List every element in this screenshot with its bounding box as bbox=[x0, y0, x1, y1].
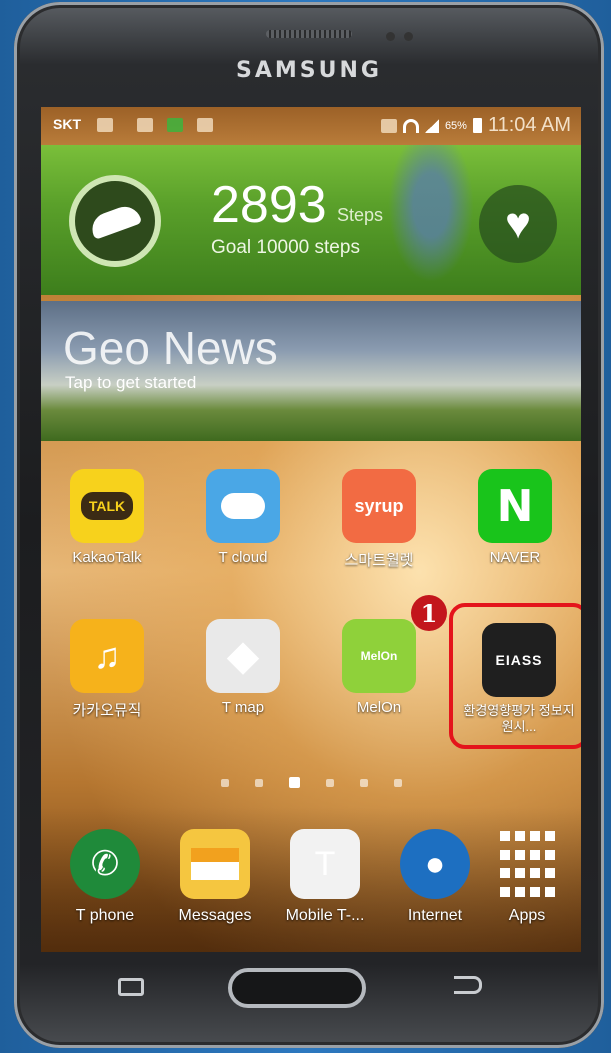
naver-icon: N bbox=[478, 469, 552, 543]
globe-icon: ● bbox=[400, 829, 470, 899]
s-health-widget[interactable]: 2893 Steps Goal 10000 steps ♥ bbox=[41, 145, 581, 295]
battery-icon bbox=[472, 118, 482, 133]
recent-apps-key[interactable] bbox=[118, 978, 144, 996]
dock-mobile-tworld[interactable]: T Mobile T-... bbox=[271, 829, 379, 925]
app-kakaotalk[interactable]: TALK KakaoTalk bbox=[47, 469, 167, 566]
page-indicator[interactable] bbox=[41, 777, 581, 788]
step-count: 2893 bbox=[211, 176, 327, 234]
notification-icon bbox=[97, 118, 113, 132]
app-label: KakaoTalk bbox=[72, 549, 142, 566]
home-screen: SKT 65% 11:04 AM 2893 Steps Goal 10000 s… bbox=[41, 107, 581, 952]
app-label: 카카오뮤직 bbox=[72, 702, 142, 719]
app-label: 스마트월렛 bbox=[344, 552, 414, 569]
app-tmap[interactable]: ◆ T map bbox=[183, 619, 303, 716]
dock-label: Apps bbox=[508, 907, 546, 924]
dock-messages[interactable]: Messages bbox=[161, 829, 269, 925]
proximity-sensor bbox=[386, 32, 395, 41]
highlight-box bbox=[449, 603, 581, 749]
dock-phone[interactable]: ✆ T phone bbox=[51, 829, 159, 925]
notification-icon bbox=[197, 118, 213, 132]
runner-photo bbox=[381, 145, 481, 295]
news-widget-subtitle: Tap to get started bbox=[65, 373, 197, 392]
back-key[interactable] bbox=[454, 976, 482, 994]
front-camera bbox=[404, 32, 413, 41]
app-kakaomusic[interactable]: ♫ 카카오뮤직 bbox=[47, 619, 167, 720]
page-dot[interactable] bbox=[220, 778, 229, 787]
app-smart-wallet[interactable]: syrup 스마트월렛 bbox=[319, 469, 439, 570]
phone-icon: ✆ bbox=[70, 829, 140, 899]
dock: ✆ T phone Messages T Mobile T-... ● Inte… bbox=[41, 807, 581, 952]
steps-unit: Steps bbox=[337, 205, 384, 225]
app-melon[interactable]: MelOn MelOn bbox=[319, 619, 439, 716]
wifi-icon bbox=[402, 118, 419, 133]
app-label: NAVER bbox=[489, 549, 541, 566]
battery-percent: 65% bbox=[444, 119, 467, 132]
syrup-icon: syrup bbox=[342, 469, 416, 543]
kakaomusic-icon: ♫ bbox=[70, 619, 144, 693]
heart-rate-icon[interactable]: ♥ bbox=[479, 185, 557, 263]
tmap-icon: ◆ bbox=[206, 619, 280, 693]
dock-label: T phone bbox=[75, 907, 135, 924]
signal-icon bbox=[424, 118, 439, 133]
home-page-dot[interactable] bbox=[254, 778, 263, 787]
home-button[interactable] bbox=[228, 968, 366, 1008]
app-tcloud[interactable]: T cloud bbox=[183, 469, 303, 566]
phone-frame: SAMSUNG SKT 65% 11:04 AM 2893 Steps Goal… bbox=[14, 2, 604, 1048]
geo-news-widget[interactable]: Geo News Tap to get started bbox=[41, 301, 581, 441]
page-dot-active[interactable] bbox=[288, 777, 300, 788]
app-label: MelOn bbox=[356, 699, 402, 716]
shoe-icon bbox=[69, 175, 161, 267]
app-naver[interactable]: N NAVER bbox=[455, 469, 575, 566]
messages-icon bbox=[180, 829, 250, 899]
carrier-label: SKT bbox=[53, 116, 81, 132]
apps-grid-icon bbox=[492, 829, 562, 899]
app-label: T cloud bbox=[218, 549, 268, 566]
status-bar: SKT 65% 11:04 AM bbox=[41, 107, 581, 145]
page-dot[interactable] bbox=[359, 778, 368, 787]
tcloud-icon bbox=[206, 469, 280, 543]
step-marker: 1 bbox=[411, 595, 447, 631]
page-dot[interactable] bbox=[325, 778, 334, 787]
dock-label: Messages bbox=[178, 907, 252, 924]
news-widget-title: Geo News bbox=[63, 322, 278, 374]
step-goal: Goal 10000 steps bbox=[211, 237, 360, 258]
notification-icon bbox=[167, 118, 183, 132]
clock: 11:04 AM bbox=[487, 114, 571, 136]
mobile-tworld-icon: T bbox=[290, 829, 360, 899]
melon-icon: MelOn bbox=[342, 619, 416, 693]
dock-apps[interactable]: Apps bbox=[473, 829, 581, 925]
kakaotalk-icon: TALK bbox=[70, 469, 144, 543]
nfc-icon bbox=[380, 118, 397, 133]
dock-label: Mobile T-... bbox=[285, 907, 365, 924]
earpiece-speaker bbox=[266, 30, 352, 38]
notification-icon bbox=[137, 118, 153, 132]
page-dot[interactable] bbox=[393, 778, 402, 787]
app-label: T map bbox=[221, 699, 265, 716]
brand-logo: SAMSUNG bbox=[236, 58, 382, 83]
